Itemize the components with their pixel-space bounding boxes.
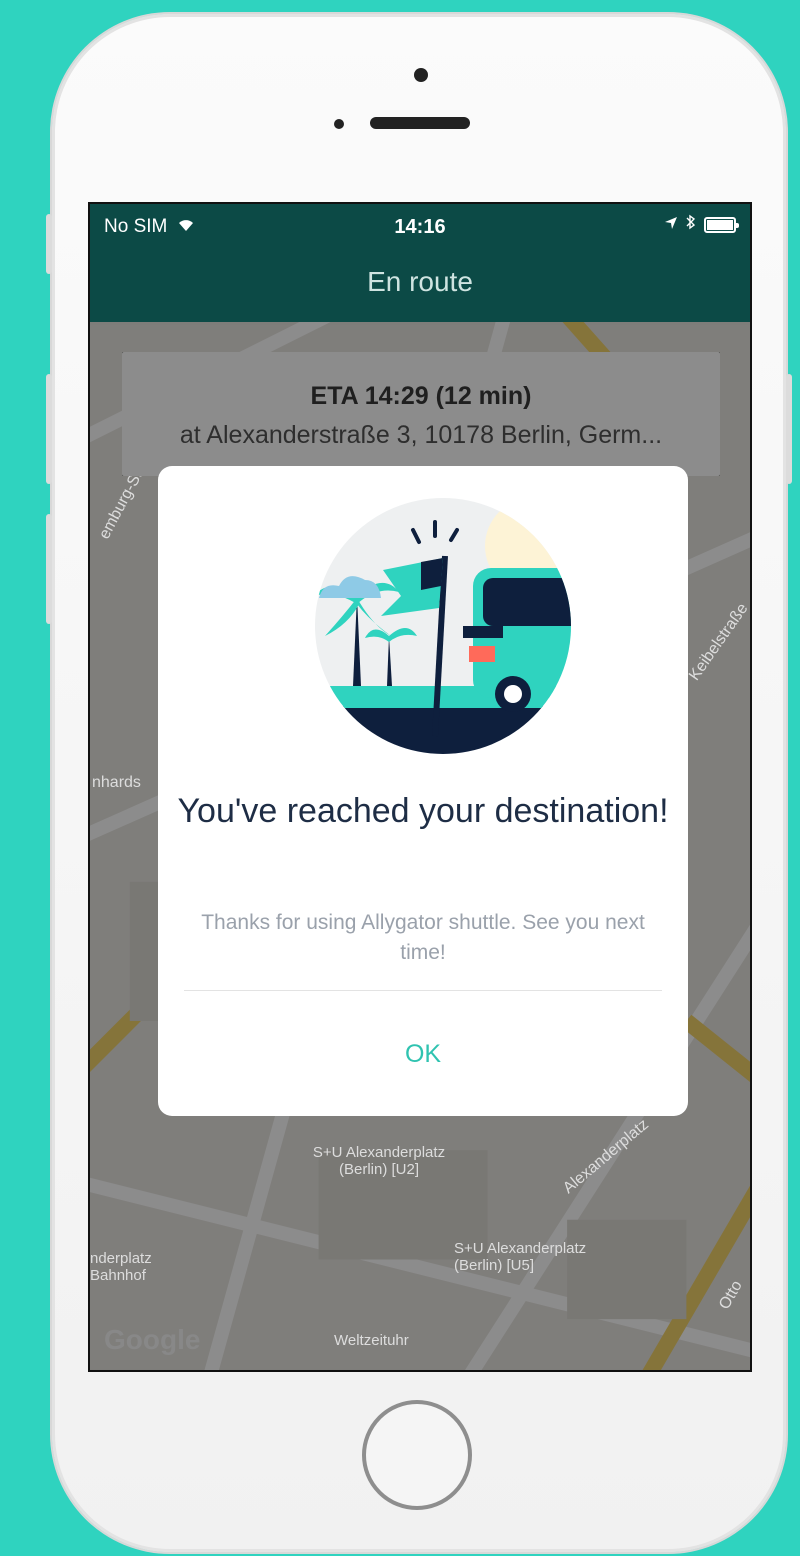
map-label-station-u2: S+U Alexanderplatz (Berlin) [U2] [312,1144,446,1178]
status-time: 14:16 [394,216,446,238]
volume-down-button [46,514,52,624]
phone-screen: nhards emburg-Straße Keibelstraße Alexan… [88,202,752,1372]
battery-icon [704,216,739,233]
bluetooth-icon [686,214,696,235]
map-label-bahnhof: nderplatz Bahnhof [90,1250,152,1284]
volume-up-button [46,374,52,484]
destination-dialog: You've reached your destination! Thanks … [158,466,688,1116]
mute-switch [46,214,52,274]
dialog-message: Thanks for using Allygator shuttle. See … [201,911,645,964]
nav-title: En route [367,266,473,297]
destination-illustration [315,498,571,754]
front-camera [414,68,428,82]
dialog-title: You've reached your destination! [177,792,669,830]
home-button[interactable] [362,1400,472,1510]
dialog-divider [184,990,662,991]
earpiece-speaker [370,117,470,129]
map-label-weltzeituhr: Weltzeituhr [334,1332,409,1349]
location-arrow-icon [664,214,678,235]
map-label-station-u5: S+U Alexanderplatz (Berlin) [U5] [454,1240,587,1274]
eta-card-dim [122,352,720,476]
power-button [786,374,792,484]
proximity-sensor [334,119,344,129]
navigation-bar: No SIM 14:16 En route [90,204,750,322]
google-logo: Google [104,1324,201,1355]
status-icons [664,214,739,235]
map-label-nhards: nhards [92,774,141,791]
ok-button[interactable]: OK [158,992,688,1116]
